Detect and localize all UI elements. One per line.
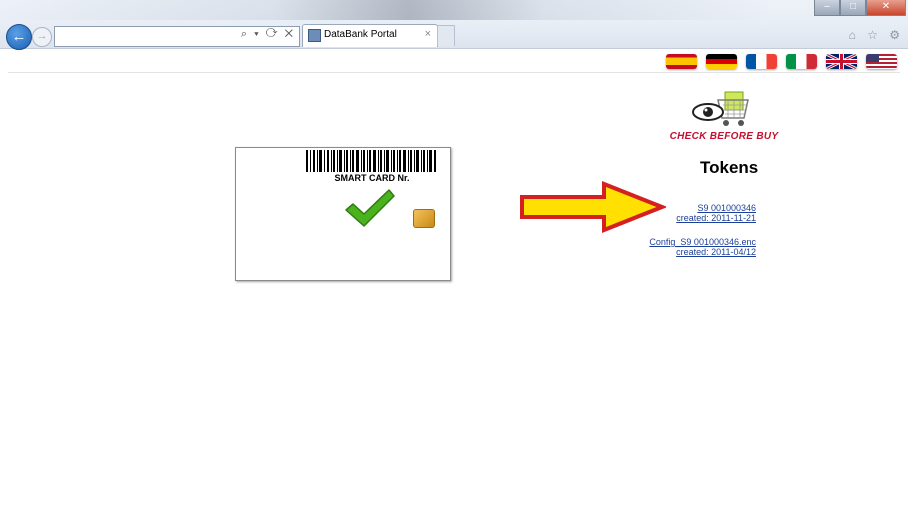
card-chip-icon	[413, 209, 435, 228]
browser-chrome: – □ ✕ ← → ⌕ ▾ ⟳ ✕ DataBank Portal × ⌂ ☆ …	[0, 0, 908, 50]
back-button[interactable]: ←	[6, 24, 32, 50]
token-name: Config_S9 001000346.enc	[649, 237, 756, 247]
tab-title: DataBank Portal	[324, 29, 397, 40]
barcode-icon	[306, 150, 436, 172]
language-flags	[666, 54, 897, 69]
fr-flag-icon[interactable]	[746, 54, 777, 69]
title-bar	[0, 0, 908, 20]
tokens-heading: Tokens	[700, 158, 759, 177]
tab-databank-portal[interactable]: DataBank Portal ×	[302, 24, 438, 47]
forward-button[interactable]: →	[32, 27, 52, 47]
maximize-button[interactable]: □	[840, 0, 866, 16]
address-bar[interactable]: ⌕ ▾ ⟳ ✕	[54, 26, 300, 47]
es-flag-icon[interactable]	[666, 54, 697, 69]
token-created: created: 2011-04/12	[676, 247, 756, 257]
smart-card: SMART CARD Nr.	[235, 147, 451, 281]
uk-flag-icon[interactable]	[826, 54, 857, 69]
smart-card-label: SMART CARD Nr.	[334, 173, 410, 183]
checkmark-icon	[345, 189, 395, 227]
minimize-button[interactable]: –	[814, 0, 840, 16]
window-controls: – □ ✕	[814, 0, 906, 16]
arrow-right-icon	[520, 181, 666, 233]
close-window-button[interactable]: ✕	[866, 0, 906, 16]
favicon-icon	[308, 29, 321, 42]
tab-close-icon[interactable]: ×	[425, 28, 431, 40]
it-flag-icon[interactable]	[786, 54, 817, 69]
de-flag-icon[interactable]	[706, 54, 737, 69]
token-link-config-s9[interactable]: Config_S9 001000346.enc created: 2011-04…	[600, 237, 756, 257]
home-favorites-tools-icons[interactable]: ⌂ ☆ ⚙	[849, 28, 904, 42]
logo-text: CHECK BEFORE BUY	[669, 131, 779, 142]
new-tab-button[interactable]	[437, 25, 455, 46]
address-tools-icons[interactable]: ⌕ ▾ ⟳ ✕	[241, 28, 295, 41]
header-divider	[8, 72, 900, 73]
check-before-buy-logo: CHECK BEFORE BUY	[668, 88, 780, 148]
us-flag-icon[interactable]	[866, 54, 897, 69]
